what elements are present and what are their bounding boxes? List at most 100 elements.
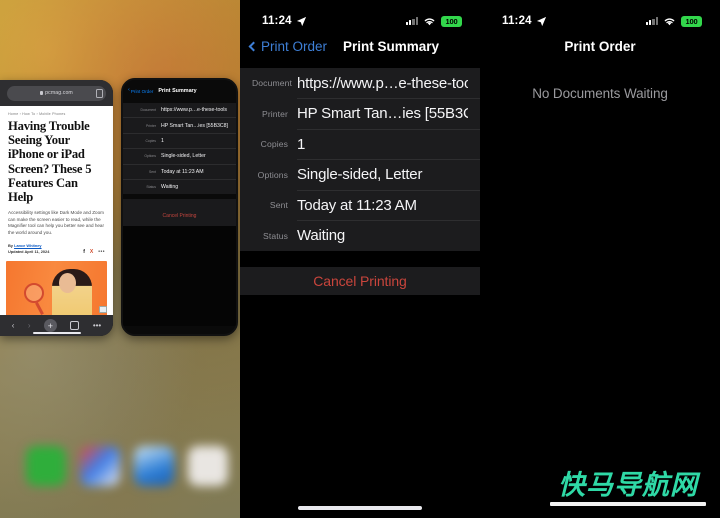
mini-value: HP Smart Tan…ies [55B3C8] [161, 122, 228, 129]
dock-icon-phone [26, 446, 66, 486]
mini-row-copies: Copies 1 [123, 132, 236, 148]
location-arrow-icon [296, 16, 306, 26]
dock-icon-messages [188, 446, 228, 486]
page-title: Print Summary [343, 38, 440, 54]
phone-mockup-print-summary: ‹ Print Order Print Summary Document htt… [121, 78, 238, 336]
mini-row-sent: Sent Today at 11:23 AM [123, 163, 236, 179]
status-bar-left: 11:24 [502, 15, 547, 27]
mini-row-options: Options Single-sided, Letter [123, 148, 236, 163]
article-meta-row: Updated April 11, 2024 f X ••• [0, 248, 113, 255]
row-label: Sent [269, 200, 288, 210]
safari-bottom-toolbar: ‹ › + ••• [0, 315, 113, 336]
back-button[interactable]: Print Order [248, 38, 328, 54]
location-arrow-icon [536, 16, 546, 26]
hero-magnifier-icon [24, 282, 45, 303]
mini-label: Options [144, 154, 156, 159]
safari-url-bar[interactable]: pcmag.com [7, 85, 106, 101]
hero-magnifier-handle [35, 301, 45, 315]
row-label: Options [257, 169, 288, 180]
back-button-label: Print Order [261, 38, 328, 54]
print-details-card: Document https://www.p…e-these-tools Pri… [240, 68, 480, 251]
dock-icon-photos [80, 446, 120, 486]
status-bar: 11:24 100 [480, 0, 720, 32]
more-icon[interactable]: ••• [93, 321, 101, 330]
row-value: HP Smart Tan…ies [55B3C8] [297, 105, 468, 122]
facebook-icon[interactable]: f [83, 249, 85, 255]
status-bar-right: 100 [645, 15, 702, 27]
page-title: Print Order [564, 38, 636, 54]
row-value: https://www.p…e-these-tools [297, 74, 468, 92]
mini-label: Sent [149, 169, 156, 174]
hero-person-face [58, 272, 76, 293]
mini-label: Document [140, 108, 156, 113]
mini-label: Status [146, 185, 156, 190]
screenshot-root: pcmag.com Home › How To › Mobile Phones … [0, 0, 720, 518]
row-status[interactable]: Status Waiting [240, 221, 480, 251]
social-share-row: f X ••• [83, 249, 105, 255]
clock: 11:24 [262, 15, 292, 27]
mini-back-label: Print Order [130, 88, 154, 94]
home-indicator[interactable] [298, 506, 422, 510]
chevron-left-icon: ‹ [128, 87, 130, 94]
nav-bar: Print Order [480, 32, 720, 60]
mini-row-document: Document https://www.p…e-these-tools [123, 103, 236, 117]
mini-label: Copies [145, 138, 156, 143]
byline-author-link[interactable]: Lance Whitney [14, 243, 41, 248]
battery-indicator: 100 [441, 15, 462, 27]
status-bar-left: 11:24 [262, 15, 307, 27]
row-label: Printer [261, 108, 288, 119]
share-icon[interactable] [96, 88, 103, 98]
mini-row-status: Status Waiting [123, 178, 236, 194]
mini-navbar: ‹ Print Order Print Summary [123, 80, 236, 99]
article-page: Home › How To › Mobile Phones Having Tro… [0, 106, 113, 315]
more-share-icon[interactable]: ••• [98, 249, 105, 255]
forward-icon[interactable]: › [28, 321, 31, 330]
row-options[interactable]: Options Single-sided, Letter [240, 160, 480, 190]
dock-icon-safari [134, 446, 174, 486]
row-value: Single-sided, Letter [297, 166, 423, 183]
mini-details-card: Document https://www.p…e-these-tools Pri… [123, 103, 236, 195]
mini-cancel-label: Cancel Printing [162, 212, 197, 219]
article-byline: By Lance Whitney [0, 237, 113, 248]
add-icon[interactable]: + [43, 319, 57, 332]
blurred-dock [22, 446, 228, 492]
row-printer[interactable]: Printer HP Smart Tan…ies [55B3C8] [240, 99, 480, 129]
mini-value: Waiting [161, 184, 179, 191]
mini-row-printer: Printer HP Smart Tan…ies [55B3C8] [123, 117, 236, 132]
mini-value: Single-sided, Letter [161, 153, 206, 160]
wifi-icon [424, 18, 435, 26]
panel-print-order: 11:24 100 Print Order No Documents Waiti… [480, 0, 720, 518]
nav-bar: Print Order Print Summary [240, 32, 480, 60]
row-document[interactable]: Document https://www.p…e-these-tools [240, 68, 480, 98]
row-copies[interactable]: Copies 1 [240, 129, 480, 159]
chevron-left-icon [248, 41, 259, 51]
article-hero-image [6, 260, 107, 315]
mini-empty-fill [123, 226, 236, 327]
mini-value: 1 [161, 137, 164, 144]
x-twitter-icon[interactable]: X [90, 249, 93, 255]
wifi-icon [664, 18, 675, 26]
cellular-bars-icon [405, 17, 418, 25]
row-label: Status [263, 230, 288, 241]
home-indicator [32, 331, 81, 334]
safari-top-bar: pcmag.com [0, 80, 113, 106]
status-bar-right: 100 [405, 15, 462, 27]
article-headline: Having Trouble Seeing Your iPhone or iPa… [8, 119, 92, 205]
lock-icon [40, 91, 44, 95]
row-value: Today at 11:23 AM [297, 196, 417, 214]
cancel-printing-label: Cancel Printing [313, 272, 407, 289]
back-icon[interactable]: ‹ [12, 321, 15, 330]
mini-back-button[interactable]: ‹ Print Order [128, 88, 153, 94]
tabs-icon[interactable] [70, 321, 80, 330]
ad-badge-icon [99, 306, 107, 313]
row-value: Waiting [297, 227, 346, 244]
row-sent[interactable]: Sent Today at 11:23 AM [240, 190, 480, 220]
article-date: Updated April 11, 2024 [8, 249, 50, 255]
row-value: 1 [297, 135, 306, 153]
article-dek: Accessibility settings like Dark Mode an… [8, 210, 105, 235]
blurred-background-photo: pcmag.com Home › How To › Mobile Phones … [0, 0, 240, 518]
battery-indicator: 100 [681, 15, 702, 27]
phone-mockup-safari: pcmag.com Home › How To › Mobile Phones … [0, 80, 113, 336]
cancel-printing-button[interactable]: Cancel Printing [240, 266, 480, 295]
mini-cancel-card[interactable]: Cancel Printing [123, 199, 236, 227]
